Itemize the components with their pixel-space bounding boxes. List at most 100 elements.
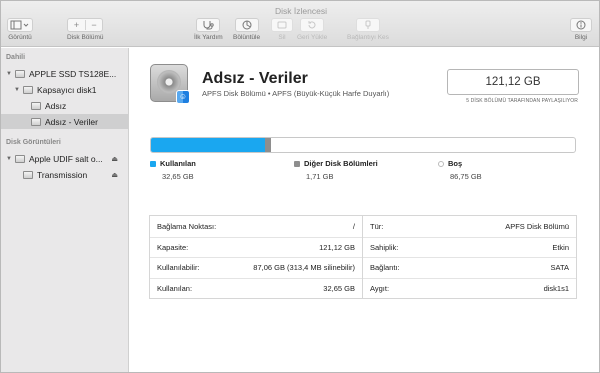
info-mount-point: Bağlama Noktası: / [150,216,362,237]
info-available: Kullanılabilir: 87,06 GB (313,4 MB siline… [150,257,362,278]
info-value: Etkin [552,242,569,252]
capacity-box: 121,12 GB [447,69,579,95]
volume-icon [31,117,41,126]
disclosure-triangle-icon[interactable]: ▼ [5,71,13,77]
restore-label: Geri Yükle [297,34,328,41]
section-internal: Dahili [6,54,26,61]
sidebar-view-icon [7,18,33,32]
info-value: APFS Disk Bölümü [505,221,569,231]
volume-disk-icon: ☺ [150,64,190,104]
volume-icon [23,170,33,179]
legend-free: Boş 86,75 GB [438,159,482,181]
volume-icon [31,101,41,110]
legend-label: Diğer Disk Bölümleri [304,159,378,168]
free-swatch [438,160,444,167]
sidebar-item-adsiz[interactable]: Adsız [1,98,128,113]
unmount-button[interactable]: Bağlantıyı Kes [347,18,389,41]
info-icon [570,18,592,32]
usage-other-segment [265,138,271,152]
legend-value: 32,65 GB [162,172,194,181]
first-aid-button[interactable]: İlk Yardım [194,18,223,41]
view-label: Görüntü [8,34,32,41]
partition-button[interactable]: Bölüntüle [233,18,260,41]
partition-label: Bölüntüle [233,34,261,41]
hard-disk-icon [15,69,25,78]
info-key: Kullanılan: [157,283,193,293]
disclosure-triangle-icon[interactable]: ▼ [5,156,13,162]
info-key: Bağlama Noktası: [157,221,217,231]
minus-icon[interactable]: − [86,20,103,30]
legend-value: 1,71 GB [306,172,334,181]
partition-pie-icon [234,18,259,32]
info-key: Bağlantı: [370,263,400,273]
window-title: Disk İzlencesi [275,6,327,16]
usage-used-segment [151,138,265,152]
sidebar-item-label: Adsız [45,100,67,111]
sidebar-item-container[interactable]: ▼ Kapsayıcı disk1 [1,82,128,97]
info-value: 121,12 GB [319,242,355,252]
sidebar-item-label: Transmission [37,169,88,180]
legend-value: 86,75 GB [450,172,482,181]
sidebar-item-ssd[interactable]: ▼ APPLE SSD TS128E... [1,66,128,81]
info-ownership: Sahiplik: Etkin [363,236,576,258]
info-label: Bilgi [574,34,588,41]
info-used: Kullanılan: 32,65 GB [150,277,362,299]
sidebar-item-adsiz-veriler[interactable]: Adsız - Veriler [1,114,128,129]
volume-label: Disk Bölümü [67,34,104,41]
info-connection: Bağlantı: SATA [363,257,576,278]
sidebar-item-label: APPLE SSD TS128E... [29,68,117,79]
info-button[interactable]: Bilgi [570,18,592,41]
usage-bar [150,137,576,153]
sidebar: Dahili ▼ APPLE SSD TS128E... ▼ Kapsayıcı… [1,48,129,372]
plus-icon[interactable]: + [68,20,86,30]
used-swatch [150,160,156,167]
info-key: Sahiplik: [370,242,399,252]
toolbar: Disk İzlencesi Görüntü + − Disk Bölümü İ… [1,1,599,47]
view-button[interactable]: Görüntü [7,18,33,41]
info-key: Kapasite: [157,242,189,252]
first-aid-label: İlk Yardım [194,34,223,41]
sidebar-item-label: Apple UDIF salt o... [29,153,103,164]
sidebar-item-label: Kapsayıcı disk1 [37,84,97,95]
volume-name: Adsız - Veriler [202,70,308,87]
info-table: Bağlama Noktası: / Kapasite: 121,12 GB Kul… [149,215,577,299]
info-key: Aygıt: [370,283,390,293]
volume-buttons: + − [67,18,104,32]
detail-pane: ☺ Adsız - Veriler APFS Disk Bölümü • APF… [130,48,599,372]
info-value: / [352,221,355,231]
stethoscope-icon [196,18,221,32]
other-swatch [294,160,300,167]
info-value: 87,06 GB (313,4 MB silinebilir) [253,263,355,273]
unmount-label: Bağlantıyı Kes [347,34,389,41]
info-value: 32,65 GB [323,283,355,293]
legend-label: Boş [448,159,463,168]
legend-used: Kullanılan 32,65 GB [150,159,196,181]
finder-icon: ☺ [176,90,190,104]
erase-label: Sil [278,34,286,41]
restore-button[interactable]: Geri Yükle [297,18,327,41]
unmount-icon [355,18,380,32]
sidebar-item-udif[interactable]: ▼ Apple UDIF salt o... ⏏ [1,151,128,166]
info-key: Kullanılabilir: [157,263,200,273]
erase-disk-icon [271,18,293,32]
sidebar-item-transmission[interactable]: Transmission ⏏ [1,167,128,182]
legend-label: Kullanılan [160,159,196,168]
info-value: SATA [550,263,569,273]
eject-icon[interactable]: ⏏ [111,171,118,179]
info-type: Tür: APFS Disk Bölümü [363,216,576,237]
disclosure-triangle-icon[interactable]: ▼ [13,87,21,93]
disk-image-icon [15,154,25,163]
eject-icon[interactable]: ⏏ [111,155,118,163]
erase-button[interactable]: Sil [271,18,293,41]
restore-icon [300,18,325,32]
info-device: Aygıt: disk1s1 [363,277,576,299]
shared-note: 5 DİSK BÖLÜMÜ TARAFINDAN PAYLAŞILIYOR [466,98,578,104]
volume-add-remove[interactable]: + − Disk Bölümü [67,18,103,41]
info-value: disk1s1 [543,283,569,293]
disk-utility-window: Disk İzlencesi Görüntü + − Disk Bölümü İ… [0,0,600,373]
info-key: Tür: [370,221,384,231]
section-disk-images: Disk Görüntüleri [6,139,61,146]
container-icon [23,85,33,94]
info-capacity: Kapasite: 121,12 GB [150,236,362,258]
sidebar-item-label: Adsız - Veriler [45,116,98,127]
